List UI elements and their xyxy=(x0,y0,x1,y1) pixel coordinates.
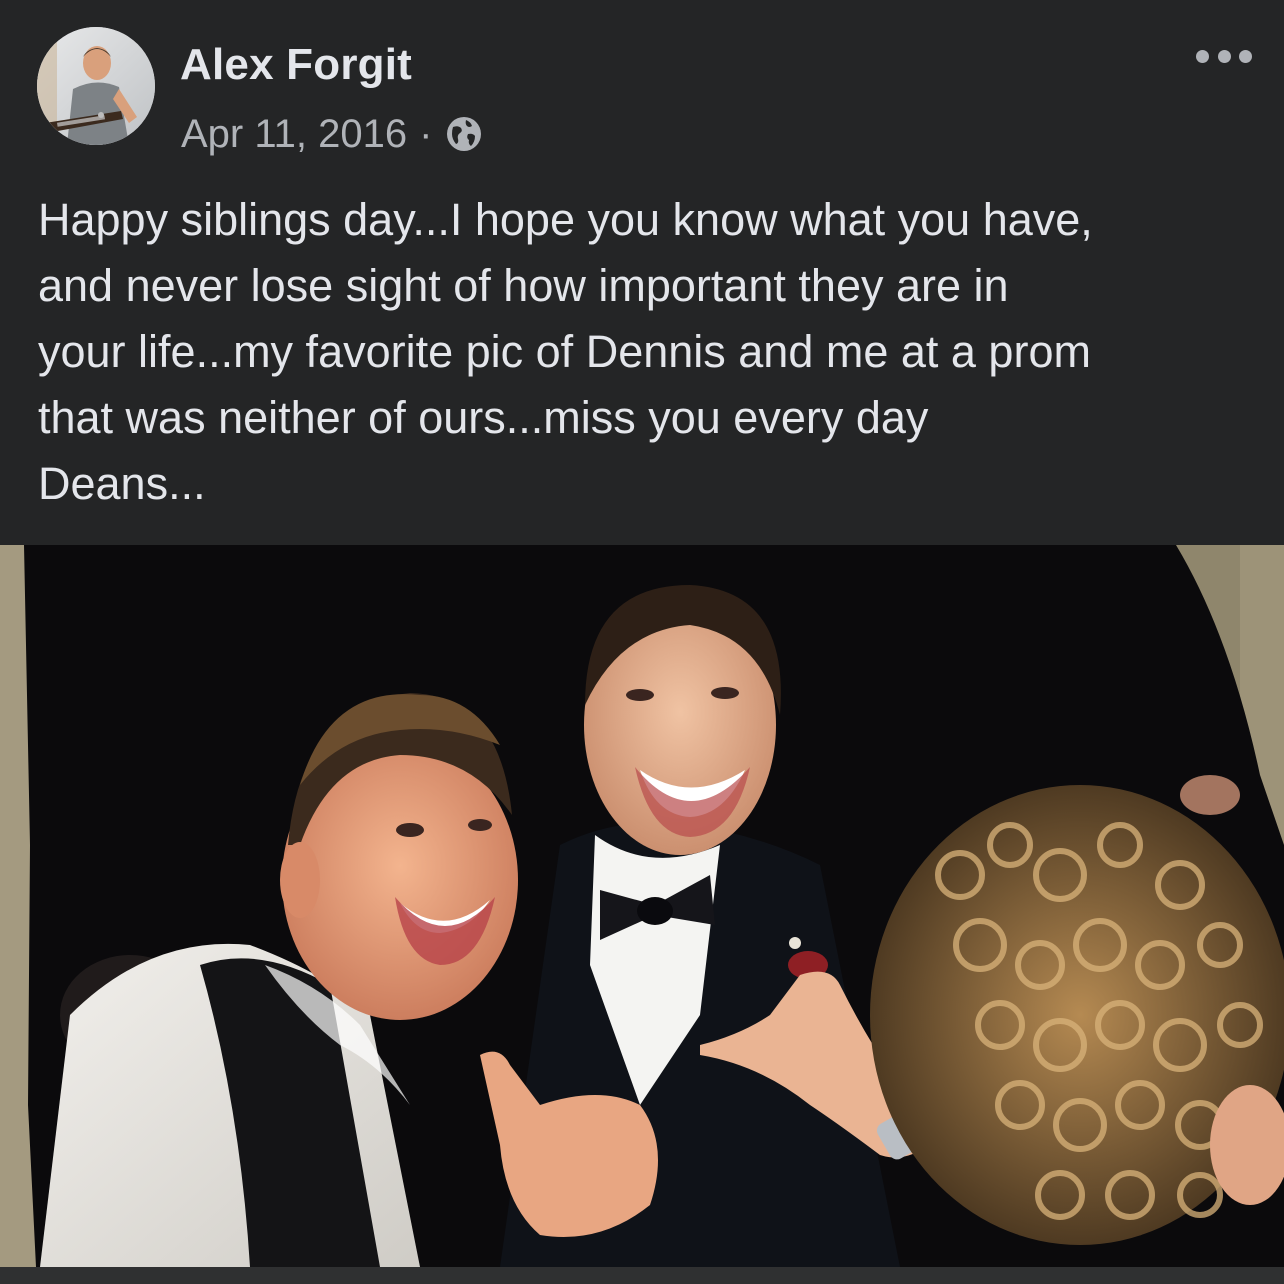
avatar-photo xyxy=(37,27,155,145)
prom-photo-illustration xyxy=(0,545,1284,1267)
more-dot xyxy=(1217,49,1231,63)
more-dot xyxy=(1196,49,1209,63)
post-card: Alex Forgit Apr 11, 2016 · Happy sibling… xyxy=(0,0,1284,1284)
post-header: Alex Forgit Apr 11, 2016 · xyxy=(0,0,1284,170)
post-text-line: and never lose sight of how important th… xyxy=(38,260,1009,311)
post-text: Happy siblings day...I hope you know wha… xyxy=(38,187,1253,517)
post-text-line: your life...my favorite pic of Dennis an… xyxy=(38,326,1091,377)
post-photo[interactable] xyxy=(0,545,1284,1267)
meta-separator: · xyxy=(419,111,433,156)
post-meta: Apr 11, 2016 · xyxy=(181,110,484,158)
author-name[interactable]: Alex Forgit xyxy=(180,40,412,90)
post-date[interactable]: Apr 11, 2016 xyxy=(181,112,407,157)
globe-icon xyxy=(447,117,482,151)
bottom-divider xyxy=(0,1267,1284,1284)
more-options-icon[interactable] xyxy=(1196,36,1252,76)
post-text-line: Deans... xyxy=(38,458,206,509)
post-text-line: Happy siblings day...I hope you know wha… xyxy=(38,194,1093,245)
author-avatar[interactable] xyxy=(37,27,155,145)
more-dot xyxy=(1239,49,1252,63)
post-text-line: that was neither of ours...miss you ever… xyxy=(38,392,929,443)
